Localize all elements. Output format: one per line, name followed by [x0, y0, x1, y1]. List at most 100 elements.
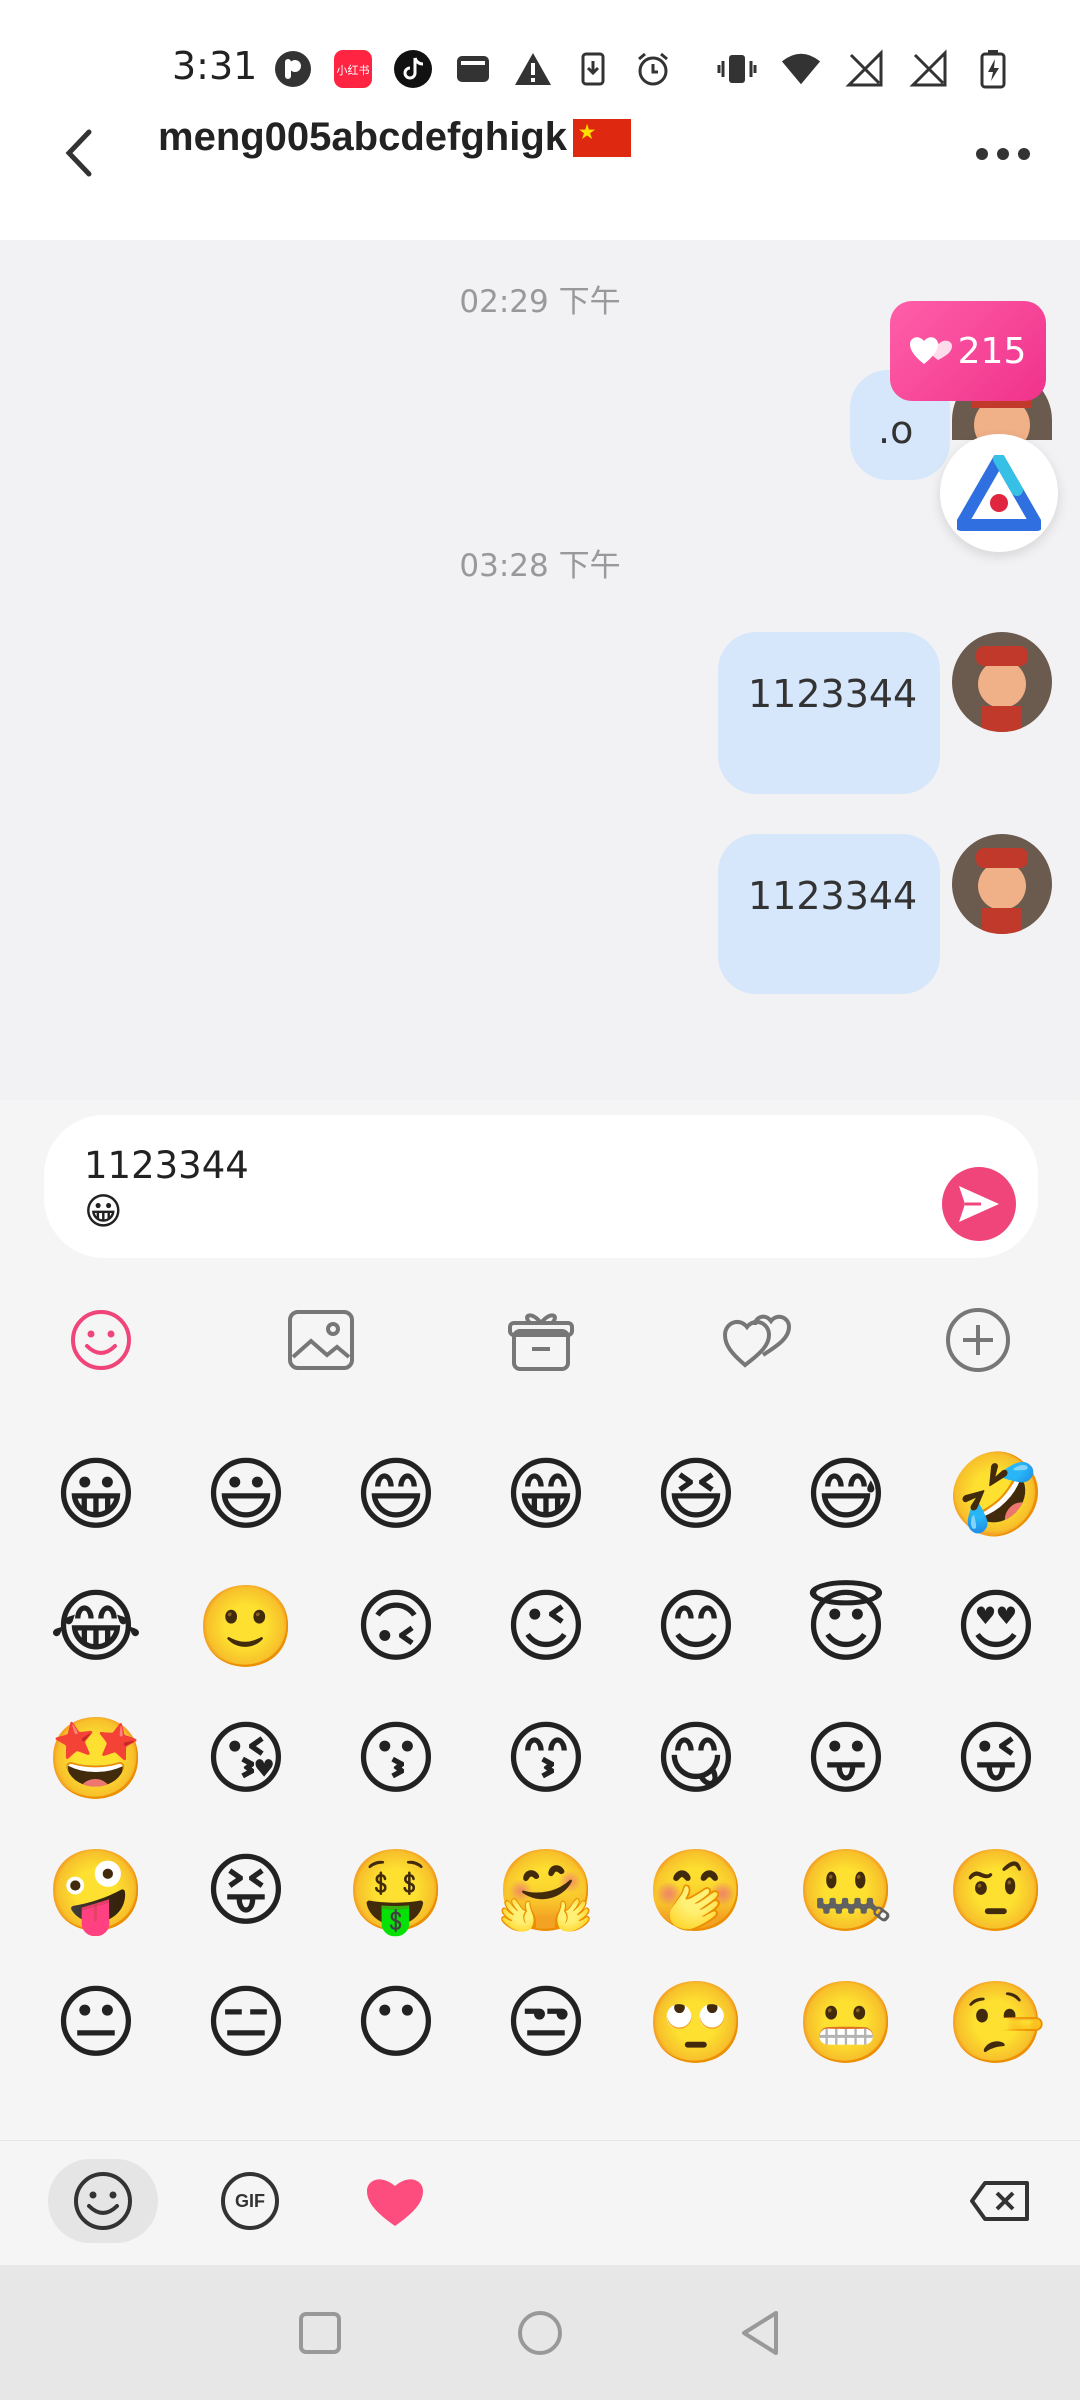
emoji-item[interactable]: 😉	[496, 1577, 596, 1677]
emoji-item[interactable]: 😄	[346, 1445, 446, 1545]
emoji-item[interactable]: 😝	[196, 1841, 296, 1941]
download-icon	[572, 48, 614, 90]
xiaohongshu-icon: 小红书	[332, 48, 374, 90]
send-button[interactable]	[942, 1167, 1016, 1241]
emoji-row: 🤩 😘 😗 😙 😋 😛 😜	[46, 1709, 1046, 1841]
chat-header: meng005abcdefghigk ★	[0, 95, 1080, 240]
image-button[interactable]	[285, 1304, 357, 1376]
message-text: .o	[878, 408, 914, 452]
message-bubble[interactable]: 1123344	[718, 632, 940, 794]
emoji-item[interactable]: 🤪	[46, 1841, 146, 1941]
avatar[interactable]	[952, 632, 1052, 732]
sticker-button[interactable]	[340, 2159, 450, 2243]
chat-title: meng005abcdefghigk ★	[158, 115, 632, 160]
chat-title-text: meng005abcdefghigk	[158, 115, 568, 159]
emoji-item[interactable]: 😛	[796, 1709, 896, 1809]
assistant-logo-icon	[957, 455, 1041, 531]
emoji-row: 😐 😑 😶 😒 🙄 😬 🤥	[46, 1973, 1046, 2105]
emoji-item[interactable]: 😁	[496, 1445, 596, 1545]
emoji-category-button[interactable]	[48, 2159, 158, 2243]
likes-badge[interactable]: 215	[890, 301, 1046, 401]
back-button[interactable]	[48, 113, 108, 193]
gift-button[interactable]	[505, 1304, 577, 1376]
emoji-item[interactable]: 😇	[796, 1577, 896, 1677]
alarm-icon	[632, 48, 674, 90]
emoji-tab-button[interactable]	[65, 1304, 137, 1376]
emoji-item[interactable]: 😀	[46, 1445, 146, 1545]
floating-assistant-button[interactable]	[940, 434, 1058, 552]
status-time: 3:31	[172, 44, 258, 88]
emoji-item[interactable]: 😂	[46, 1577, 146, 1677]
circle-icon	[518, 2311, 562, 2355]
emoji-item[interactable]: 😃	[196, 1445, 296, 1545]
status-icons-left: 小红书	[272, 48, 674, 90]
more-tools-button[interactable]	[942, 1304, 1014, 1376]
emoji-item[interactable]: 😆	[646, 1445, 746, 1545]
back-nav-button[interactable]	[728, 2301, 792, 2365]
emoji-item[interactable]: 🙄	[646, 1973, 746, 2073]
emoji-item[interactable]: 🤥	[946, 1973, 1046, 2073]
emoji-item[interactable]: 🤐	[796, 1841, 896, 1941]
emoji-item[interactable]: 🤣	[946, 1445, 1046, 1545]
emoji-item[interactable]: 😍	[946, 1577, 1046, 1677]
warning-icon	[512, 48, 554, 90]
backspace-icon	[970, 2181, 1029, 2221]
emoji-item[interactable]: 😋	[646, 1709, 746, 1809]
avatar[interactable]	[952, 834, 1052, 934]
emoji-item[interactable]: 🤭	[646, 1841, 746, 1941]
send-icon	[959, 1186, 999, 1222]
emoji-icon	[71, 1310, 131, 1370]
no-signal-icon	[844, 48, 886, 90]
emoji-item[interactable]: 😊	[646, 1577, 746, 1677]
double-heart-icon	[909, 337, 952, 364]
timestamp: 03:28 下午	[459, 548, 621, 584]
smiley-icon	[74, 2172, 132, 2230]
emoji-item[interactable]: 😬	[796, 1973, 896, 2073]
emoji-item[interactable]: 😗	[346, 1709, 446, 1809]
message-input[interactable]: 1123344 😀	[44, 1115, 1038, 1258]
home-button[interactable]	[508, 2301, 572, 2365]
recents-button[interactable]	[288, 2301, 352, 2365]
emoji-item[interactable]: 😘	[196, 1709, 296, 1809]
hearts-icon	[723, 1314, 792, 1368]
more-options-button[interactable]	[968, 119, 1038, 189]
emoji-item[interactable]: 😅	[796, 1445, 896, 1545]
likes-count: 215	[957, 330, 1027, 372]
emoji-item[interactable]: 😑	[196, 1973, 296, 2073]
emoji-item[interactable]: 😙	[496, 1709, 596, 1809]
emoji-item[interactable]: 😶	[346, 1973, 446, 2073]
wifi-icon	[780, 48, 822, 90]
emoji-item[interactable]: 🤩	[46, 1709, 146, 1809]
input-line: 😀	[84, 1190, 123, 1233]
emoji-item[interactable]: 😜	[946, 1709, 1046, 1809]
emoji-item[interactable]: 🤑	[346, 1841, 446, 1941]
emoji-row: 😂 🙂 🙃 😉 😊 😇 😍	[46, 1577, 1046, 1709]
heart-icon	[367, 2179, 423, 2226]
more-dots-icon	[976, 148, 1030, 160]
message-text: 1123344	[748, 672, 918, 716]
status-icons-right	[716, 48, 1014, 90]
message-bubble[interactable]: 1123344	[718, 834, 940, 994]
message-text: 1123344	[748, 874, 918, 918]
battery-charging-icon	[972, 48, 1014, 90]
back-arrow-icon	[65, 129, 92, 177]
plus-icon	[946, 1308, 1010, 1372]
message-input-text[interactable]: 1123344 😀	[84, 1143, 249, 1235]
gif-icon: GIF	[221, 2172, 279, 2230]
input-line: 1123344	[84, 1144, 249, 1187]
backspace-button[interactable]	[945, 2159, 1055, 2243]
emoji-item[interactable]: 😐	[46, 1973, 146, 2073]
emoji-item[interactable]: 🙃	[346, 1577, 446, 1677]
emoji-item[interactable]: 🙂	[196, 1577, 296, 1677]
emoji-item[interactable]: 🤗	[496, 1841, 596, 1941]
vibrate-icon	[716, 48, 758, 90]
emoji-item[interactable]: 😒	[496, 1973, 596, 2073]
notification-icon	[452, 48, 494, 90]
p-app-icon	[272, 48, 314, 90]
image-icon	[288, 1310, 354, 1370]
emoji-row: 😀 😃 😄 😁 😆 😅 🤣	[46, 1445, 1046, 1577]
hearts-button[interactable]	[722, 1304, 794, 1376]
emoji-item[interactable]: 🤨	[946, 1841, 1046, 1941]
system-nav-bar	[0, 2265, 1080, 2400]
gif-button[interactable]: GIF	[195, 2159, 305, 2243]
